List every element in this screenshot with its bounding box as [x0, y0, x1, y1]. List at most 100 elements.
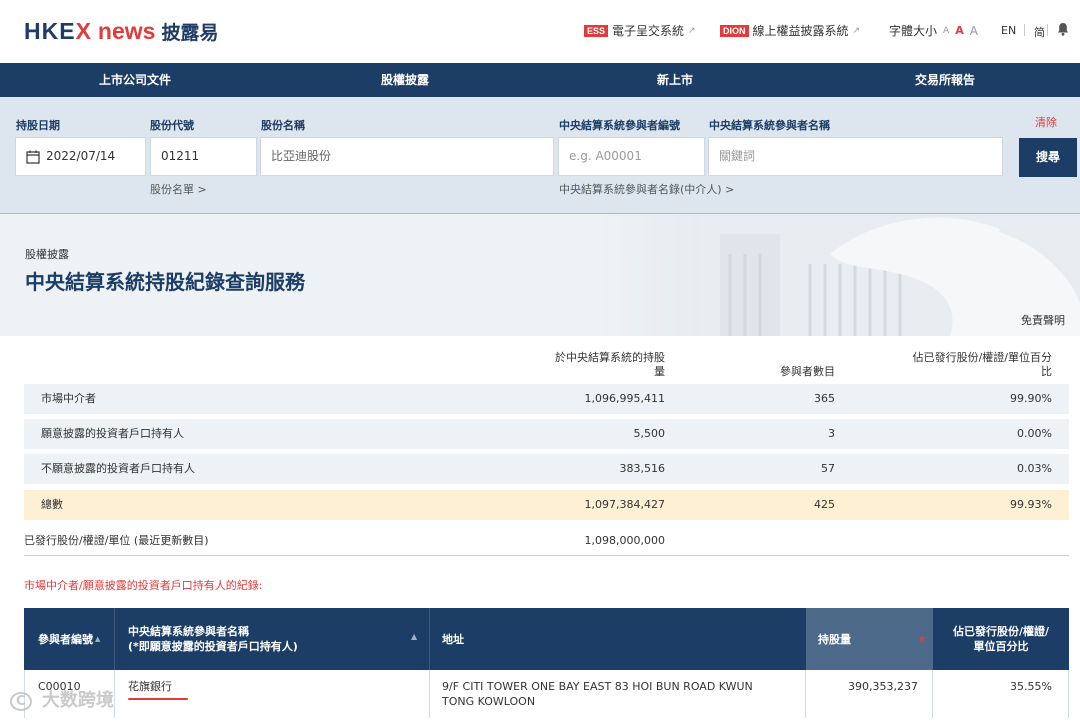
summary-row: 市場中介者 1,096,995,411 365 99.90% [24, 384, 1069, 414]
nav-exchange-reports[interactable]: 交易所報告 [810, 63, 1080, 97]
logo-hkex-x: X [75, 18, 92, 44]
watermark-text: 大数跨境 [41, 690, 114, 711]
stock-code-label: 股份代號 [150, 119, 194, 132]
col-pct-issued-line2: 單位百分比 [973, 640, 1029, 653]
stock-code-input[interactable]: 01211 [150, 137, 257, 176]
col-participant-id-label: 參與者編號 [38, 632, 93, 646]
row-address: 9/F CITI TOWER ONE BAY EAST 83 HOI BUN R… [430, 670, 806, 718]
col-shareholding-label: 持股量 [818, 632, 851, 646]
summary-row-count: 365 [814, 392, 835, 405]
top-bar: HKEX news 披露易 ESS 電子呈交系統 ↗ DION 線上權益披露系統… [0, 0, 1080, 63]
participant-name-label: 中央結算系統參與者名稱 [709, 119, 830, 132]
col-participant-name-line2: (*即願意披露的投資者戶口持有人) [128, 640, 298, 653]
summary-row-count: 57 [821, 462, 835, 475]
col-pct-issued[interactable]: 佔已發行股份/權證/ 單位百分比 [933, 608, 1069, 670]
page-hero: 股權披露 中央結算系統持股紀錄查詢服務 免責聲明 [0, 214, 1080, 336]
col-participant-name[interactable]: 中央結算系統參與者名稱 (*即願意披露的投資者戶口持有人) [128, 608, 428, 670]
records-section-title: 市場中介者/願意披露的投資者戶口持有人的紀錄: [24, 579, 263, 592]
participant-id-input[interactable]: e.g. A00001 [558, 137, 705, 176]
stock-name-input[interactable]: 比亞迪股份 [260, 137, 554, 176]
table-row[interactable]: C00010 花旗銀行 9/F CITI TOWER ONE BAY EAST … [24, 670, 1069, 718]
watermark: C 大数跨境 [10, 686, 114, 712]
summary-row-pct: 0.03% [1017, 462, 1052, 475]
summary-row-pct: 99.90% [1010, 392, 1052, 405]
search-panel: 持股日期 股份代號 股份名稱 中央結算系統參與者編號 中央結算系統參與者名稱 清… [0, 97, 1080, 214]
row-participant-name: 花旗銀行 [115, 670, 430, 718]
logo-cn: 披露易 [161, 22, 219, 44]
col-pct-issued-line1: 佔已發行股份/權證/ [952, 625, 1050, 638]
summary-row-shares: 5,500 [633, 427, 666, 440]
logo-hkex-text: HKE [24, 18, 76, 44]
sort-desc-icon: ▼ [918, 635, 925, 644]
font-medium-button[interactable]: A [955, 24, 964, 37]
col-address[interactable]: 地址 [442, 608, 802, 670]
col-participant-name-line1: 中央結算系統參與者名稱 [128, 625, 249, 638]
ess-link[interactable]: ESS 電子呈交系統 ↗ [584, 22, 696, 39]
disclaimer-link[interactable]: 免責聲明 [1021, 312, 1065, 328]
summary-row-count: 425 [814, 498, 835, 511]
lang-sc-link[interactable]: 简 [1034, 24, 1045, 40]
summary-header-pct-line2: 比 [1041, 365, 1052, 378]
divider [1024, 24, 1025, 36]
participant-name-input[interactable]: 關鍵詞 [708, 137, 1003, 176]
calendar-icon[interactable] [26, 150, 40, 164]
summary-row-shares: 1,097,384,427 [584, 498, 665, 511]
row-shareholding: 390,353,237 [806, 670, 933, 718]
summary-total-row: 總數 1,097,384,427 425 99.93% [24, 490, 1069, 520]
font-size-control: 字體大小 A A A [889, 22, 978, 39]
summary-header-pct-line1: 佔已發行股份/權證/單位百分 [912, 351, 1052, 364]
summary-row-label: 總數 [41, 498, 63, 511]
records-table-header: 參與者編號 ▲ 中央結算系統參與者名稱 (*即願意披露的投資者戶口持有人) ▲ … [24, 608, 1069, 670]
summary-row-pct: 0.00% [1017, 427, 1052, 440]
summary-row-shares: 383,516 [619, 462, 666, 475]
dion-tag: DION [720, 24, 749, 37]
stock-name-label: 股份名稱 [261, 119, 305, 132]
date-value: 2022/07/14 [46, 149, 116, 163]
font-small-button[interactable]: A [943, 26, 949, 36]
summary-header-shareholding-line2: 量 [654, 365, 665, 378]
issued-shares-row: 已發行股份/權證/單位 (最近更新數目) 1,098,000,000 [24, 526, 1069, 556]
font-large-button[interactable]: A [970, 24, 978, 38]
bell-icon[interactable] [1057, 22, 1069, 36]
row-address-line1: 9/F CITI TOWER ONE BAY EAST 83 HOI BUN R… [442, 680, 753, 693]
ess-tag: ESS [584, 24, 609, 37]
stock-list-link[interactable]: 股份名單 > [150, 181, 207, 197]
nav-new-listings[interactable]: 新上市 [540, 63, 810, 97]
page-kicker: 股權披露 [25, 248, 69, 261]
summary-row: 願意披露的投資者戶口持有人 5,500 3 0.00% [24, 419, 1069, 449]
nav-listed-company-docs[interactable]: 上市公司文件 [0, 63, 270, 97]
summary-header-participants: 參與者數目 [780, 365, 835, 378]
participant-id-label: 中央結算系統參與者編號 [559, 119, 680, 132]
sort-asc-icon: ▲ [95, 634, 101, 643]
summary-header-shareholding-line1: 於中央結算系統的持股 [555, 351, 665, 364]
date-input[interactable]: 2022/07/14 [15, 137, 146, 176]
dion-link[interactable]: DION 線上權益披露系統 ↗ [720, 22, 860, 39]
divider [429, 608, 430, 670]
summary-row-count: 3 [828, 427, 835, 440]
watermark-logo-icon: C [10, 691, 32, 711]
nav-disclosure-of-interests[interactable]: 股權披露 [270, 63, 540, 97]
lang-en-link[interactable]: EN [1001, 24, 1016, 37]
divider [1047, 24, 1048, 36]
external-link-icon: ↗ [688, 25, 696, 36]
clear-button[interactable]: 清除 [1035, 114, 1057, 130]
summary-row-pct: 99.93% [1010, 498, 1052, 511]
date-label: 持股日期 [16, 119, 60, 132]
summary-row-label: 市場中介者 [41, 392, 96, 405]
hkexnews-logo[interactable]: HKEX news 披露易 [24, 18, 218, 45]
annotation-underline [128, 698, 188, 700]
logo-news: news [97, 18, 156, 44]
col-shareholding[interactable]: 持股量 ▼ [806, 608, 933, 670]
row-pct-issued: 35.55% [1010, 680, 1052, 693]
summary-row-label: 願意披露的投資者戶口持有人 [41, 427, 184, 440]
ess-label: 電子呈交系統 [612, 24, 685, 38]
search-button[interactable]: 搜尋 [1019, 138, 1077, 177]
sort-asc-icon[interactable]: ▲ [411, 632, 417, 641]
font-size-label: 字體大小 [889, 24, 938, 38]
participant-list-link[interactable]: 中央結算系統參與者名錄(中介人) > [559, 181, 734, 197]
issued-shares-label: 已發行股份/權證/單位 (最近更新數目) [24, 534, 209, 547]
issued-shares-value: 1,098,000,000 [584, 534, 665, 547]
col-participant-id[interactable]: 參與者編號 ▲ [38, 608, 120, 670]
dion-label: 線上權益披露系統 [752, 24, 849, 38]
summary-row-label: 不願意披露的投資者戶口持有人 [41, 462, 195, 475]
